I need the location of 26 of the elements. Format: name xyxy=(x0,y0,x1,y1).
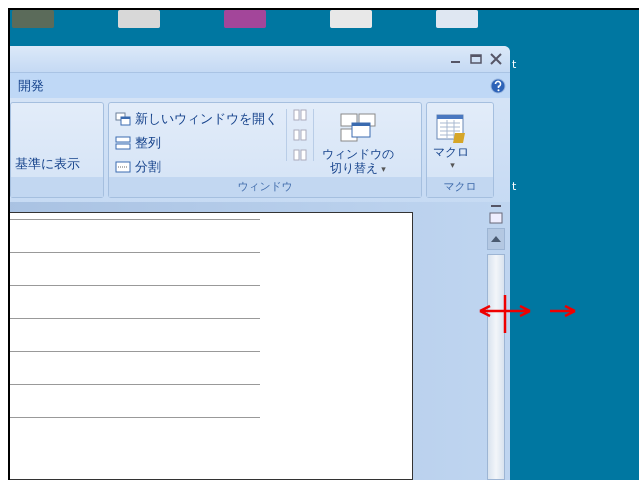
arrange-icon xyxy=(115,136,131,150)
group-label: マクロ xyxy=(427,177,493,197)
maximize-button[interactable] xyxy=(470,53,482,66)
group-label: ウィンドウ xyxy=(109,177,421,197)
ribbon-button[interactable]: マクロ ▾ xyxy=(431,113,471,173)
view-ruler-icon[interactable] xyxy=(489,212,503,224)
ribbon-button[interactable]: 基準に表示 xyxy=(15,155,80,173)
scrollbar-track[interactable] xyxy=(487,254,505,480)
new-window-icon xyxy=(115,112,131,126)
ribbon-button[interactable]: 分割 xyxy=(113,157,280,177)
close-icon[interactable] xyxy=(490,53,502,66)
ribbon-button[interactable]: 整列 xyxy=(113,133,280,153)
ribbon-tab[interactable]: 開発 xyxy=(14,74,48,97)
up-arrow-icon xyxy=(491,236,501,242)
minimize-ribbon-icon[interactable] xyxy=(491,204,501,208)
sync-scroll-icon[interactable] xyxy=(293,129,307,141)
desktop-icon-label: t xyxy=(512,180,516,193)
ribbon-button[interactable]: ウィンドウの 切り替え ▾ xyxy=(320,113,396,177)
help-icon[interactable] xyxy=(490,78,506,94)
ribbon-button[interactable]: 新しいウィンドウを開く xyxy=(113,109,280,129)
reset-position-icon[interactable] xyxy=(293,149,307,161)
split-icon xyxy=(115,160,131,174)
macro-icon xyxy=(435,113,467,145)
desktop-icon-label: t xyxy=(512,58,516,71)
scroll-up-button[interactable] xyxy=(487,228,505,250)
side-by-side-icon[interactable] xyxy=(293,109,307,121)
